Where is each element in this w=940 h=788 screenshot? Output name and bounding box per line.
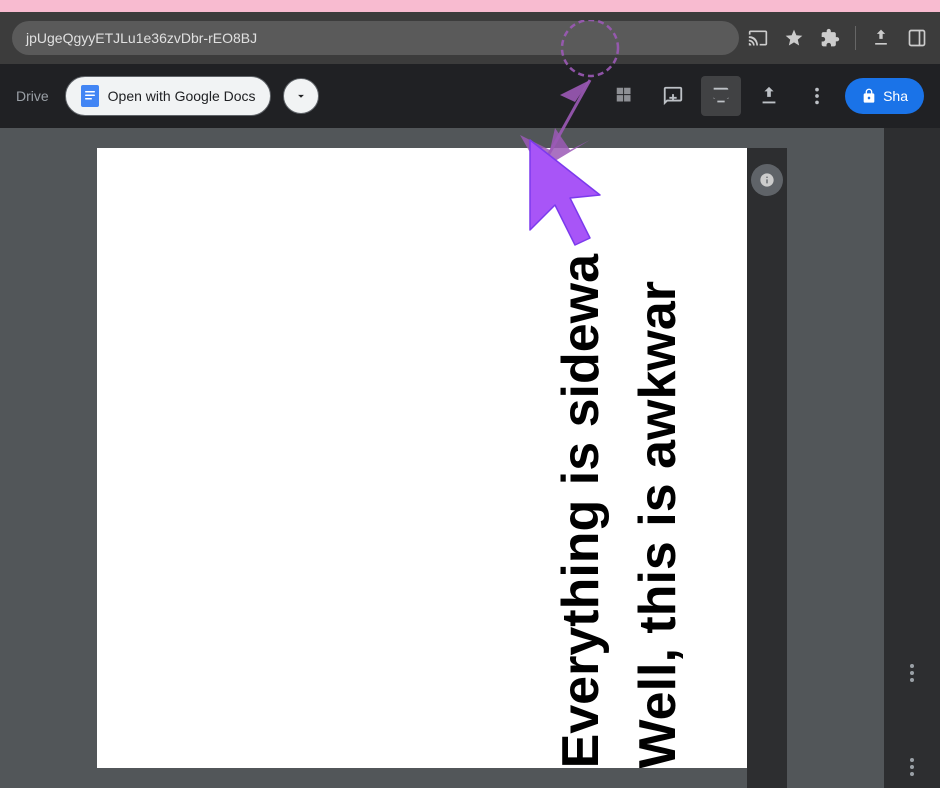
pink-top-bar <box>0 0 940 12</box>
main-content-area: Everything is sidewa Well, this is awkwa… <box>0 128 940 788</box>
toolbar-right-icons: Sha <box>605 76 924 116</box>
rotated-text-left: Everything is sidewa <box>553 254 610 768</box>
download-file-button[interactable] <box>749 76 789 116</box>
drive-breadcrumb: Drive <box>16 88 49 104</box>
browser-toolbar-icons <box>747 26 928 50</box>
open-with-label: Open with Google Docs <box>108 88 256 104</box>
extensions-icon[interactable] <box>819 27 841 49</box>
right-sidebar <box>884 128 940 788</box>
drive-toolbar: Drive Open with Google Docs <box>0 64 940 128</box>
dot-2 <box>910 671 914 675</box>
browser-chrome: jpUgeQgyyETJLu1e36zvDbr-rEO8BJ <box>0 12 940 64</box>
open-with-google-docs-button[interactable]: Open with Google Docs <box>65 76 271 116</box>
cast-icon[interactable] <box>747 27 769 49</box>
present-screen-button[interactable] <box>701 76 741 116</box>
dot-3 <box>910 678 914 682</box>
more-options-button[interactable] <box>797 76 837 116</box>
table-icon-button[interactable] <box>605 76 645 116</box>
address-text: jpUgeQgyyETJLu1e36zvDbr-rEO8BJ <box>26 30 257 46</box>
open-with-dropdown-button[interactable] <box>283 78 319 114</box>
info-button[interactable] <box>751 164 783 196</box>
dot-5 <box>910 765 914 769</box>
document-page: Everything is sidewa Well, this is awkwa… <box>97 148 747 768</box>
add-comment-button[interactable] <box>653 76 693 116</box>
viewer-sidebar <box>747 148 787 788</box>
dot-6 <box>910 772 914 776</box>
sidebar-toggle-icon[interactable] <box>906 27 928 49</box>
share-button[interactable]: Sha <box>845 78 924 114</box>
star-icon[interactable] <box>783 27 805 49</box>
address-bar[interactable]: jpUgeQgyyETJLu1e36zvDbr-rEO8BJ <box>12 21 739 55</box>
rotated-text-right: Well, this is awkwar <box>630 281 687 768</box>
separator <box>855 26 856 50</box>
dot-1 <box>910 664 914 668</box>
dot-4 <box>910 758 914 762</box>
sidebar-more-options-2[interactable] <box>910 758 914 776</box>
document-content: Everything is sidewa Well, this is awkwa… <box>553 254 687 768</box>
download-icon[interactable] <box>870 27 892 49</box>
sidebar-more-options[interactable] <box>910 514 914 682</box>
document-viewer: Everything is sidewa Well, this is awkwa… <box>0 128 884 788</box>
share-label: Sha <box>883 88 908 104</box>
google-docs-icon <box>80 86 100 106</box>
